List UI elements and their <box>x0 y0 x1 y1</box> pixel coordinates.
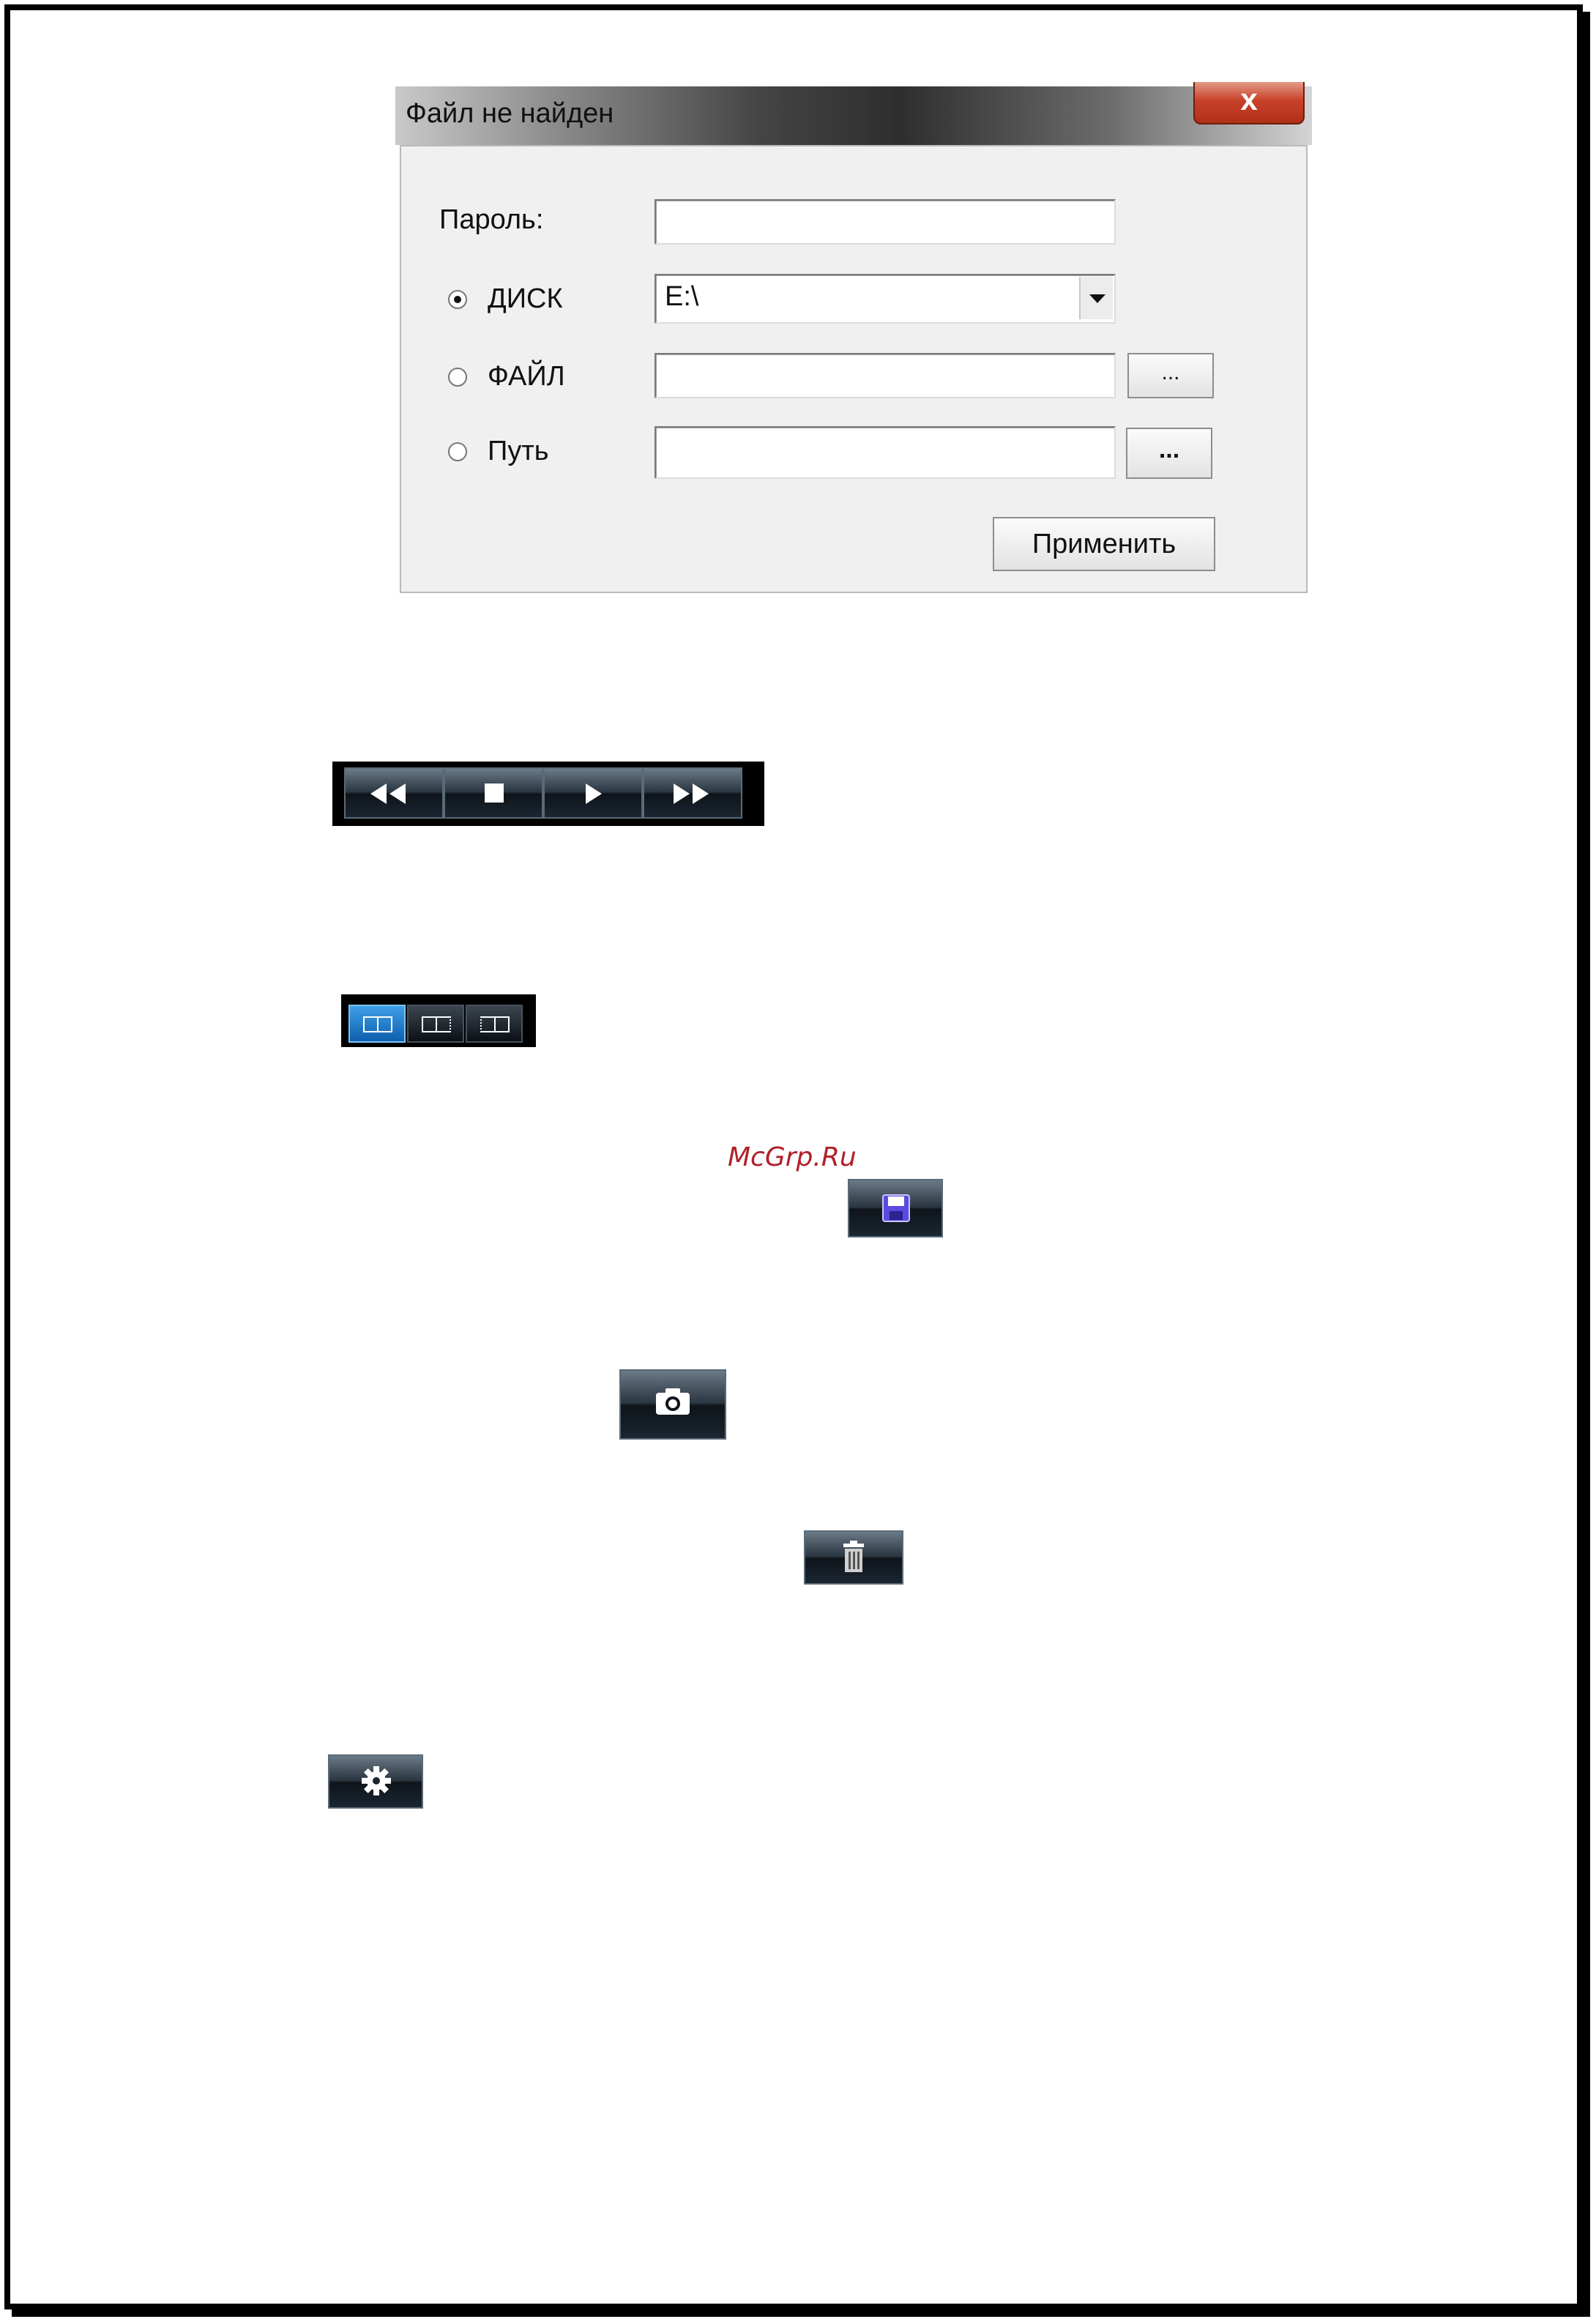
view-mode-both-button[interactable] <box>348 1005 406 1043</box>
file-not-found-dialog: Файл не найден x Пароль: ДИСК E:\ ФАЙЛ .… <box>395 82 1312 599</box>
radio-disk-label: ДИСК <box>488 283 563 314</box>
snapshot-button[interactable] <box>619 1369 726 1440</box>
radio-path[interactable] <box>448 442 467 461</box>
settings-button[interactable] <box>328 1754 423 1809</box>
browse-file-button[interactable]: ... <box>1127 353 1214 398</box>
view-mode-left-button[interactable] <box>466 1005 523 1043</box>
save-icon <box>882 1194 910 1222</box>
stop-icon <box>485 783 504 803</box>
watermark: McGrp.Ru <box>728 1142 857 1172</box>
password-field[interactable] <box>655 199 1116 245</box>
play-button[interactable] <box>543 767 643 819</box>
radio-disk[interactable] <box>448 290 467 309</box>
dialog-body: Пароль: ДИСК E:\ ФАЙЛ ... Путь ... Приме… <box>400 145 1308 593</box>
trash-icon <box>843 1541 864 1572</box>
stop-button[interactable] <box>444 767 543 819</box>
file-field[interactable] <box>655 353 1116 398</box>
camera-icon <box>656 1388 690 1415</box>
path-field[interactable] <box>655 426 1116 479</box>
dialog-titlebar[interactable]: Файл не найден <box>395 86 1312 145</box>
radio-file[interactable] <box>448 368 467 387</box>
browse-path-button[interactable]: ... <box>1126 428 1212 479</box>
password-label: Пароль: <box>439 204 544 235</box>
save-button[interactable] <box>848 1179 943 1237</box>
dialog-title: Файл не найден <box>406 98 614 129</box>
rewind-button[interactable] <box>344 767 444 819</box>
disk-select[interactable]: E:\ <box>655 274 1116 324</box>
disk-select-value: E:\ <box>665 281 699 312</box>
delete-button[interactable] <box>804 1530 903 1585</box>
close-button[interactable]: x <box>1193 82 1305 124</box>
view-mode-right-button[interactable] <box>407 1005 464 1043</box>
view-mode-left-icon <box>480 1016 510 1032</box>
radio-file-label: ФАЙЛ <box>488 361 565 392</box>
chevron-down-icon[interactable] <box>1079 277 1113 319</box>
apply-button[interactable]: Применить <box>993 517 1215 571</box>
view-mode-right-icon <box>422 1016 451 1032</box>
gear-icon <box>362 1766 391 1795</box>
play-icon <box>586 783 602 804</box>
fast-forward-button[interactable] <box>643 767 742 819</box>
radio-path-label: Путь <box>488 436 549 466</box>
view-mode-both-icon <box>363 1016 392 1032</box>
